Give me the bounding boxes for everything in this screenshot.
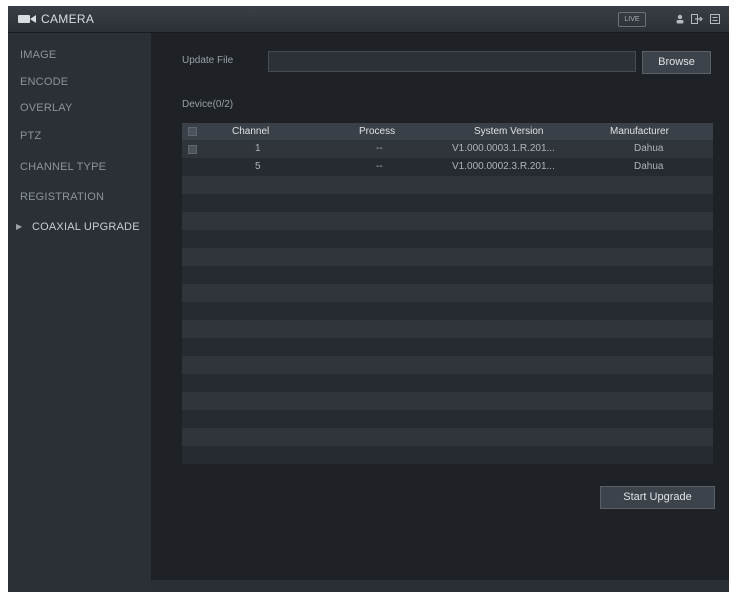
update-file-input[interactable] bbox=[268, 51, 636, 72]
logout-icon[interactable] bbox=[691, 14, 705, 24]
table-row-empty bbox=[182, 356, 713, 374]
sidebar-item-label: PTZ bbox=[20, 130, 42, 142]
table-row-empty bbox=[182, 194, 713, 212]
table-row-empty bbox=[182, 446, 713, 464]
browse-button[interactable]: Browse bbox=[642, 51, 711, 74]
sidebar-item-channel-type[interactable]: CHANNEL TYPE bbox=[8, 154, 151, 182]
table-row-empty bbox=[182, 320, 713, 338]
live-button[interactable]: LIVE bbox=[618, 12, 646, 27]
user-icon[interactable] bbox=[675, 14, 685, 24]
sidebar-item-label: ENCODE bbox=[20, 76, 69, 88]
table-row-empty bbox=[182, 392, 713, 410]
status-bar bbox=[151, 580, 729, 592]
chevron-right-icon: ▶ bbox=[16, 222, 23, 231]
menu-icon[interactable] bbox=[710, 14, 720, 24]
column-header-process: Process bbox=[359, 126, 396, 137]
cell-process: -- bbox=[376, 143, 383, 154]
table-row-empty bbox=[182, 230, 713, 248]
table-row-empty bbox=[182, 338, 713, 356]
table-row-empty bbox=[182, 248, 713, 266]
cell-manufacturer: Dahua bbox=[634, 161, 664, 172]
sidebar-item-label: CHANNEL TYPE bbox=[20, 161, 107, 173]
table-header: Channel Process System Version Manufactu… bbox=[182, 123, 713, 140]
start-upgrade-button[interactable]: Start Upgrade bbox=[600, 486, 715, 509]
select-all-checkbox[interactable] bbox=[188, 127, 197, 136]
cell-system-version: V1.000.0002.3.R.201... bbox=[452, 161, 555, 172]
table-row-empty bbox=[182, 284, 713, 302]
table-row-empty bbox=[182, 374, 713, 392]
table-row-empty bbox=[182, 176, 713, 194]
table-row-empty bbox=[182, 428, 713, 446]
table-row-empty bbox=[182, 410, 713, 428]
column-header-system-version: System Version bbox=[474, 126, 544, 137]
table-row-empty bbox=[182, 302, 713, 320]
column-header-manufacturer: Manufacturer bbox=[610, 126, 669, 137]
camera-icon bbox=[18, 15, 36, 23]
sidebar-item-encode[interactable]: ENCODE bbox=[8, 69, 151, 97]
sidebar-item-ptz[interactable]: PTZ bbox=[8, 123, 151, 151]
title-bar: CAMERA LIVE bbox=[8, 6, 729, 33]
device-count-label: Device(0/2) bbox=[182, 99, 234, 110]
device-table: Channel Process System Version Manufactu… bbox=[182, 123, 713, 469]
cell-process: -- bbox=[376, 161, 383, 172]
sidebar: IMAGE ENCODE OVERLAY PTZ CHANNEL TYPE RE… bbox=[8, 33, 151, 592]
table-row[interactable]: 5 -- V1.000.0002.3.R.201... Dahua bbox=[182, 158, 713, 176]
cell-manufacturer: Dahua bbox=[634, 143, 664, 154]
column-header-channel: Channel bbox=[232, 126, 270, 137]
table-row-empty bbox=[182, 266, 713, 284]
table-row[interactable]: 1 -- V1.000.0003.1.R.201... Dahua bbox=[182, 140, 713, 158]
table-row-empty bbox=[182, 212, 713, 230]
sidebar-item-label: IMAGE bbox=[20, 49, 57, 61]
app-window: CAMERA LIVE IMAGE ENCODE OVERLAY PTZ CHA… bbox=[8, 6, 729, 592]
update-file-label: Update File bbox=[182, 55, 234, 66]
sidebar-item-registration[interactable]: REGISTRATION bbox=[8, 184, 151, 212]
sidebar-item-image[interactable]: IMAGE bbox=[8, 42, 151, 70]
cell-channel: 5 bbox=[255, 161, 261, 172]
page-title: CAMERA bbox=[41, 12, 95, 26]
row-checkbox[interactable] bbox=[188, 145, 197, 154]
main-panel: Update File Browse Device(0/2) Channel P… bbox=[151, 33, 729, 592]
sidebar-item-overlay[interactable]: OVERLAY bbox=[8, 95, 151, 123]
cell-channel: 1 bbox=[255, 143, 261, 154]
sidebar-item-label: COAXIAL UPGRADE bbox=[32, 221, 140, 233]
cell-system-version: V1.000.0003.1.R.201... bbox=[452, 143, 555, 154]
sidebar-item-label: REGISTRATION bbox=[20, 191, 105, 203]
sidebar-item-label: OVERLAY bbox=[20, 102, 73, 114]
sidebar-item-coaxial-upgrade[interactable]: ▶ COAXIAL UPGRADE bbox=[8, 214, 151, 242]
